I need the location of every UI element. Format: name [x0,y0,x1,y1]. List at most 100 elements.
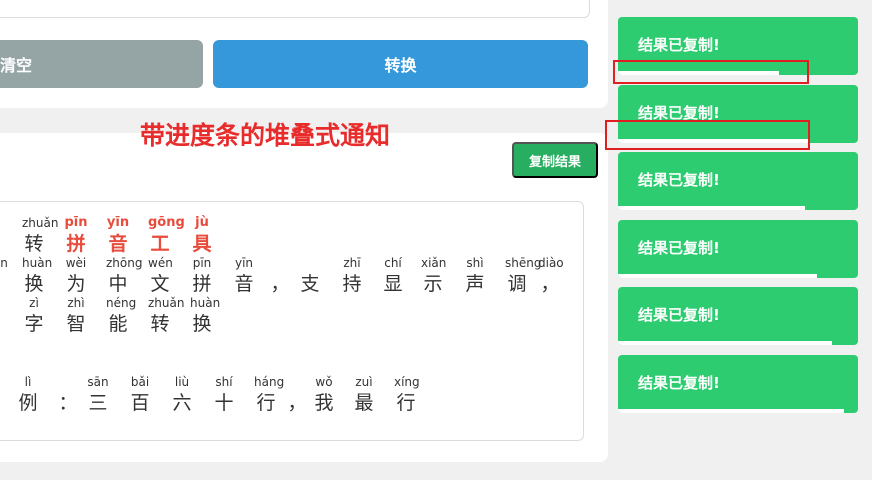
pinyin-char: háng 行 [254,375,285,415]
pinyin-char: sān 三 [86,375,110,415]
copy-result-button[interactable]: 复制结果 [512,142,598,178]
pinyin-text [56,375,80,389]
pinyin-char: ， [268,256,292,296]
pinyin-char: huàn 换 [22,256,53,296]
pinyin-text: bǎi [130,375,150,389]
hanzi-text: 例 [18,392,38,414]
toast-message: 结果已复制! [638,171,720,189]
hanzi-text: 具 [192,233,212,255]
pinyin-char: shì 声 [463,256,487,296]
hanzi-text: ： [58,392,78,414]
pinyin-char: pīn 拼 [190,256,214,296]
pinyin-text: háng [254,375,285,389]
pinyin-text: shēng [505,256,542,270]
pinyin-char [0,216,16,256]
hanzi-text: 字 [24,313,44,335]
pinyin-char: liù 六 [170,375,194,415]
pinyin-text: zhuǎn [148,296,185,310]
pinyin-char: wèi 为 [64,256,88,296]
pinyin-text: liù [174,375,190,389]
pinyin-char: jù 具 [190,216,214,256]
toast-notification[interactable]: 结果已复制! [618,220,858,278]
hanzi-text: 智 [66,313,86,335]
pinyin-text: xíng [394,375,420,389]
hanzi-text: 中 [108,273,128,295]
pinyin-char: ： [56,375,80,415]
pinyin-char: gōng 工 [148,215,185,256]
hanzi-text: ， [287,392,307,414]
pinyin-char: zhuǎn 转 [148,296,185,336]
toast-progress-bar [618,206,806,210]
hanzi-text: 工 [150,233,170,255]
toast-notification[interactable]: 结果已复制! [618,355,858,413]
toast-progress-bar [618,274,818,278]
toast-notification[interactable]: 结果已复制! [618,287,858,345]
pinyin-text: néng [106,296,137,310]
hanzi-text: 换 [24,273,44,295]
toast-progress-bar [618,341,832,345]
pinyin-char: zuì 最 [352,375,376,415]
pinyin-text: diào [538,256,564,270]
toast-message: 结果已复制! [638,239,720,257]
hanzi-text: 我 [314,392,334,414]
hanzi-text: 十 [214,392,234,414]
pinyin-text: lì [24,375,32,389]
pinyin-char: huàn 换 [190,296,221,336]
pinyin-char: xiǎn 示 [421,256,446,296]
hanzi-text: 拼 [192,273,212,295]
hanzi-text: 文 [150,273,170,295]
pinyin-text [0,216,16,230]
input-textarea[interactable] [0,0,590,18]
pinyin-text: wén [148,256,173,270]
pinyin-char: diào ， [538,256,564,296]
hanzi-text: 行 [256,392,276,414]
pinyin-char: néng 能 [106,296,137,336]
pinyin-char: shí 十 [212,375,236,415]
toast-message: 结果已复制! [638,374,720,392]
hanzi-text [0,272,16,296]
convert-button[interactable]: 转换 [213,40,588,88]
clear-button[interactable]: 清空 [0,40,203,88]
pinyin-text: zhuǎn [22,216,59,230]
hanzi-text: 换 [192,313,212,335]
pinyin-text: shì [466,256,484,270]
hanzi-text: 百 [130,392,150,414]
pinyin-char: ， [285,375,309,415]
pinyin-text: shí [215,375,233,389]
pinyin-text: sān [87,375,109,389]
pinyin-char: yīn 音 [232,256,256,296]
pinyin-text: huàn [190,296,221,310]
hanzi-text: 六 [172,392,192,414]
pinyin-text: gōng [148,215,185,230]
toast-message: 结果已复制! [638,306,720,324]
pinyin-text: yīn [234,256,254,270]
pinyin-char: wén 文 [148,256,173,296]
hanzi-text: 为 [66,273,86,295]
pinyin-text: zhī [343,256,361,270]
toast-message: 结果已复制! [638,36,720,54]
pinyin-char: chí 显 [381,256,405,296]
pinyin-text [298,256,322,270]
pinyin-text: pīn [192,256,212,270]
toast-progress-bar [618,409,844,413]
pinyin-char: n [0,256,16,296]
pinyin-text: zuì [355,375,373,389]
pinyin-char: 支 [298,256,322,296]
hanzi-text: 支 [300,273,320,295]
hanzi-text: 能 [108,313,128,335]
pinyin-char: xíng 行 [394,375,420,415]
pinyin-text [268,256,292,270]
hanzi-text [0,232,16,256]
hanzi-text: 音 [108,233,128,255]
pinyin-text: zhōng [106,256,143,270]
hanzi-text: 行 [396,392,416,414]
toast-notification[interactable]: 结果已复制! [618,152,858,210]
hanzi-text: 调 [507,273,527,295]
pinyin-text: wǒ [315,375,333,389]
hanzi-text: 最 [354,392,374,414]
annotation-box [613,60,809,84]
pinyin-text [285,375,309,389]
headline-annotation: 带进度条的堆叠式通知 [140,121,391,150]
pinyin-char: bǎi 百 [128,375,152,415]
pinyin-text: huàn [22,256,53,270]
